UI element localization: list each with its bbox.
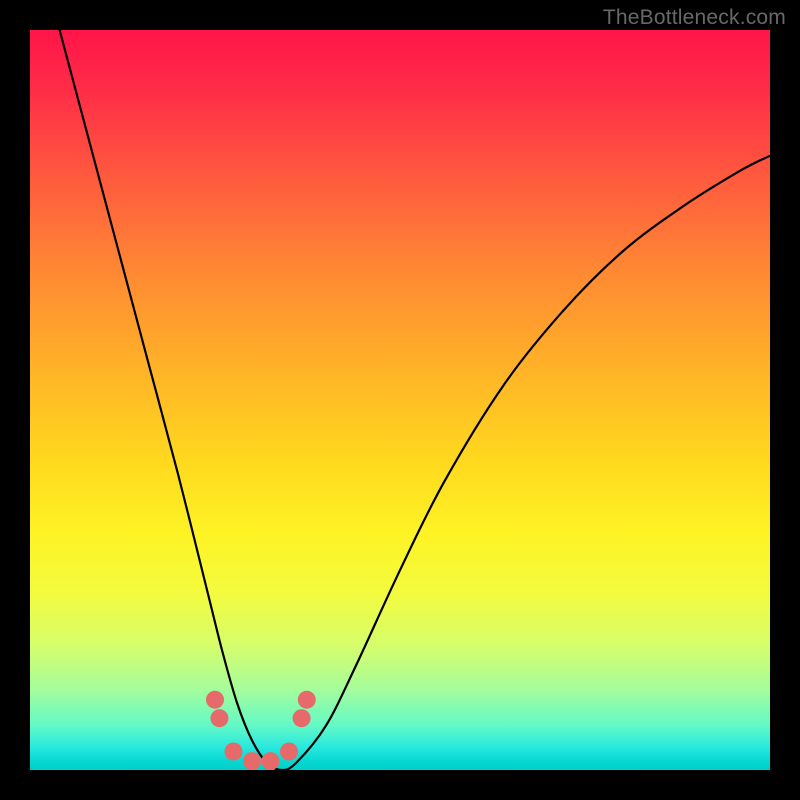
- watermark-text: TheBottleneck.com: [603, 6, 786, 30]
- marker-dot: [210, 709, 228, 727]
- marker-dot: [298, 691, 316, 709]
- marker-dots: [206, 691, 316, 770]
- marker-dot: [262, 752, 280, 770]
- bottleneck-curve-svg: [30, 30, 770, 770]
- plot-area: [30, 30, 770, 770]
- marker-dot: [206, 691, 224, 709]
- marker-dot: [293, 709, 311, 727]
- marker-dot: [280, 743, 298, 761]
- marker-dot: [225, 743, 243, 761]
- chart-container: TheBottleneck.com: [0, 0, 800, 800]
- bottleneck-curve: [60, 30, 770, 770]
- marker-dot: [243, 752, 261, 770]
